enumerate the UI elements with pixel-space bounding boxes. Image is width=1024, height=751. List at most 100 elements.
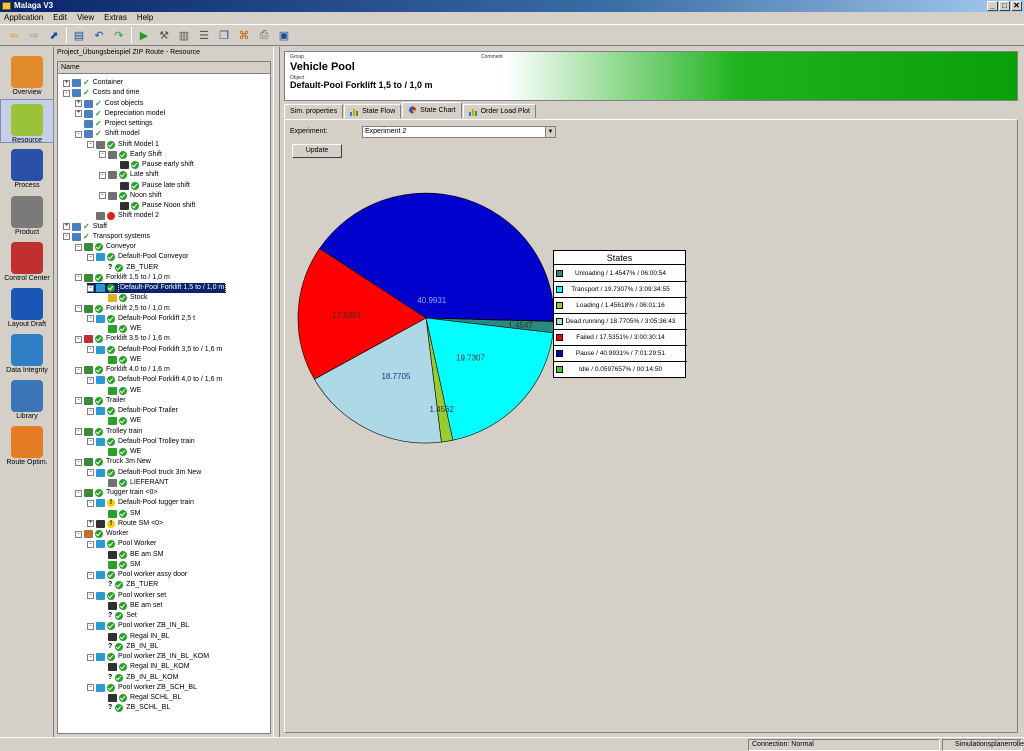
tree-item[interactable]: + ✓ Staff [63,222,107,232]
collapse-icon[interactable]: - [87,653,94,661]
tree-item[interactable]: -! Default-Pool tugger train [87,498,194,508]
collapse-icon[interactable]: - [87,346,94,353]
xml-icon[interactable]: ⌘ [236,27,252,43]
tree-item[interactable]: + ✓ Container [63,78,123,88]
tab-order-load-plot[interactable]: Order Load Plot [462,104,536,118]
sidebar-item-library[interactable]: Library [0,376,54,420]
tree-item[interactable]: - ✓ Costs and time [63,88,139,98]
collapse-icon[interactable]: - [87,407,94,415]
tree-item[interactable]: Regal IN_BL_KOM [99,662,190,672]
tree-item[interactable]: - ✓ Transport systems [63,232,150,242]
collapse-icon[interactable]: - [75,428,82,435]
tree-item[interactable]: - Early Shift [99,150,162,160]
collapse-icon[interactable]: - [87,469,94,476]
tree-item[interactable]: - Default-Pool truck 3m New [87,468,201,478]
tree-item[interactable]: + ✓ Depreciation model [75,109,165,119]
tree-item[interactable]: ? ZB_TUER [99,580,158,590]
list-icon[interactable]: ☰ [196,27,212,43]
collapse-icon[interactable]: - [99,151,106,159]
tree-item[interactable]: - Forklift 3,5 to / 1,6 m [75,334,170,344]
expand-icon[interactable]: + [87,520,94,528]
tree-item[interactable]: SM [99,560,141,570]
tree-item[interactable]: - Default-Pool Forklift 2,5 t [87,314,195,324]
open-icon[interactable]: ▤ [71,27,87,43]
tree-item[interactable]: - Trolley train [75,427,142,437]
tree-item[interactable]: - Tugger train <0> [75,488,158,498]
tree-item[interactable]: + ✓ Cost objects [75,99,143,109]
sidebar-item-layout-draft[interactable]: Layout Draft [0,284,54,328]
collapse-icon[interactable]: - [75,530,82,538]
sidebar-item-resource[interactable]: Resource [0,99,54,144]
tree-item[interactable]: WE [99,416,141,426]
expand-icon[interactable]: + [63,223,70,230]
menu-extras[interactable]: Extras [104,12,127,24]
bin-icon[interactable]: ▥ [176,27,192,43]
tree-item[interactable]: - Pool worker ZB_IN_BL_KOM [87,652,209,662]
tree-item[interactable]: ? ZB_IN_BL [99,642,159,652]
tab-state-chart[interactable]: State Chart [402,102,462,118]
collapse-icon[interactable]: - [87,571,94,579]
collapse-icon[interactable]: - [99,192,106,200]
tree-item[interactable]: WE [99,386,141,396]
tree-item[interactable]: - Default-Pool Trailer [87,406,178,416]
forward-icon[interactable]: ⇨ [26,27,42,43]
panel-splitter[interactable] [273,47,280,737]
tree-item[interactable]: Pause late shift [111,181,190,191]
back-icon[interactable]: ⇦ [6,27,22,43]
collapse-icon[interactable]: - [87,622,94,630]
collapse-icon[interactable]: - [87,315,94,323]
collapse-icon[interactable]: - [63,233,70,241]
tree-item[interactable]: - Late shift [99,170,158,180]
tree-item[interactable]: - Default-Pool Forklift 1,5 to / 1,0 m [87,282,227,294]
tree-item[interactable]: - Default-Pool Forklift 4,0 to / 1,6 m [87,375,222,385]
collapse-icon[interactable]: - [75,489,82,497]
collapse-icon[interactable]: - [87,376,94,384]
collapse-icon[interactable]: - [87,592,94,599]
tree-item[interactable]: - Conveyor [75,242,136,252]
tree-item[interactable]: - Default-Pool Conveyor [87,252,188,262]
tree-item[interactable]: - ✓ Shift model [75,129,140,139]
collapse-icon[interactable]: - [75,305,82,312]
sidebar-item-overview[interactable]: Overview [0,52,54,96]
tree-item[interactable]: - Pool worker ZB_SCH_BL [87,683,197,693]
tree-item[interactable]: - Worker [75,529,128,539]
tree-column-header[interactable]: Name [58,62,270,74]
tree-item[interactable]: - Shift Model 1 [87,140,159,150]
tree-item[interactable]: SM [99,509,141,519]
tree-item[interactable]: - Forklift 4,0 to / 1,6 m [75,365,170,375]
tree-item[interactable]: - Pool worker set [87,591,166,601]
collapse-icon[interactable]: - [87,438,94,446]
tree-item[interactable]: - Pool Worker [87,539,156,549]
run-icon[interactable]: ▶ [136,27,152,43]
collapse-icon[interactable]: - [75,366,82,374]
tree-item[interactable]: - Noon shift [99,191,162,201]
expand-icon[interactable]: + [63,79,70,87]
collapse-icon[interactable]: - [87,684,94,692]
maximize-button[interactable]: □ [999,1,1010,11]
sidebar-item-data-integrity[interactable]: Data Integrity [0,330,54,374]
undo-icon[interactable]: ↶ [91,27,107,43]
tree-item[interactable]: ? Set [99,611,137,621]
tree-item[interactable]: - Pool worker ZB_IN_BL [87,621,189,631]
minimize-button[interactable]: _ [987,1,998,11]
collapse-icon[interactable]: - [75,130,82,138]
sidebar-item-route-optim[interactable]: Route Optim. [0,422,54,466]
menu-application[interactable]: Application [4,12,43,24]
export-icon[interactable]: ⬈ [46,27,62,43]
tree-item[interactable]: - Truck 3m New [75,457,151,467]
sidebar-item-process[interactable]: Process [0,145,54,189]
tree-item[interactable]: Pause early shift [111,160,194,170]
tree-item[interactable]: ✓ Project settings [75,119,153,129]
tab-state-flow[interactable]: State Flow [344,104,402,118]
menu-help[interactable]: Help [137,12,153,24]
sidebar-item-control-center[interactable]: Control Center [0,238,54,282]
tree-item[interactable]: WE [99,447,141,457]
tree-item[interactable]: - Default-Pool Trolley train [87,437,195,447]
print-icon[interactable]: ⎙ [256,27,272,43]
expand-icon[interactable]: + [75,100,82,107]
tree-item[interactable]: - Pool worker assy door [87,570,187,580]
collapse-icon[interactable]: - [87,253,94,261]
tree-item[interactable]: BE am SM [99,550,163,560]
tree-item[interactable]: BE am set [99,601,162,611]
collapse-icon[interactable]: - [75,397,82,405]
